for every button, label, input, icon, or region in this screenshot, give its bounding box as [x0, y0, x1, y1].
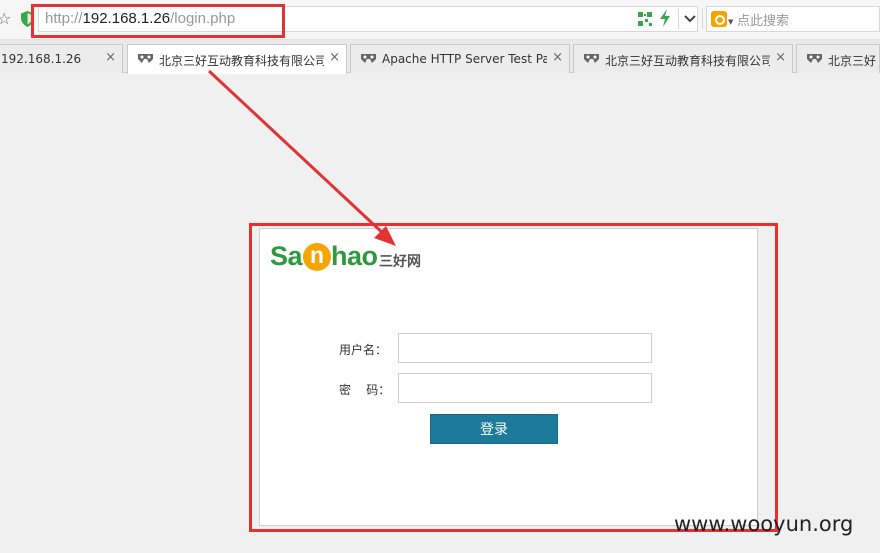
mask-favicon-icon: [807, 54, 822, 63]
tab-label: 北京三好互动教育科技有限公司: [605, 54, 770, 68]
chevron-down-icon[interactable]: [683, 12, 697, 26]
tab-label: Apache HTTP Server Test Page: [382, 52, 547, 66]
toolbar-divider: [678, 9, 679, 29]
mask-favicon-icon: [361, 54, 376, 63]
tab-label: 192.168.1.26: [1, 52, 82, 66]
watermark: www.wooyun.org: [674, 512, 854, 536]
close-icon[interactable]: ×: [329, 50, 340, 65]
mask-favicon-icon: [138, 54, 153, 63]
search-engine-icon[interactable]: [711, 11, 727, 27]
tab-192-168-1-26[interactable]: 192.168.1.26 ×: [0, 44, 123, 73]
annotation-panel-highlight: [249, 223, 778, 532]
tab-label: 北京三好: [828, 54, 877, 68]
toolbar-divider: [702, 9, 703, 29]
tab-sanhao-3[interactable]: 北京三好: [796, 44, 880, 73]
close-icon[interactable]: ×: [552, 50, 563, 65]
tab-sanhao-login[interactable]: 北京三好互动教育科技有限公司 ×: [127, 44, 347, 74]
caret-down-icon[interactable]: ▼: [728, 18, 733, 26]
tab-apache-test-page[interactable]: Apache HTTP Server Test Page ×: [350, 44, 570, 73]
close-icon[interactable]: ×: [105, 50, 116, 65]
annotation-url-highlight: [31, 4, 285, 38]
bookmark-star-icon[interactable]: ☆: [0, 9, 11, 28]
search-placeholder: 点此搜索: [737, 14, 790, 29]
close-icon[interactable]: ×: [775, 50, 786, 65]
tab-label: 北京三好互动教育科技有限公司: [159, 54, 324, 68]
tab-bar: 192.168.1.26 × 北京三好互动教育科技有限公司 × Apache H…: [0, 40, 880, 74]
qr-code-icon[interactable]: [638, 12, 652, 26]
lightning-icon[interactable]: [658, 9, 672, 27]
search-input[interactable]: ▼ 点此搜索: [706, 6, 880, 32]
mask-favicon-icon: [584, 54, 599, 63]
tab-sanhao-2[interactable]: 北京三好互动教育科技有限公司 ×: [573, 44, 793, 73]
